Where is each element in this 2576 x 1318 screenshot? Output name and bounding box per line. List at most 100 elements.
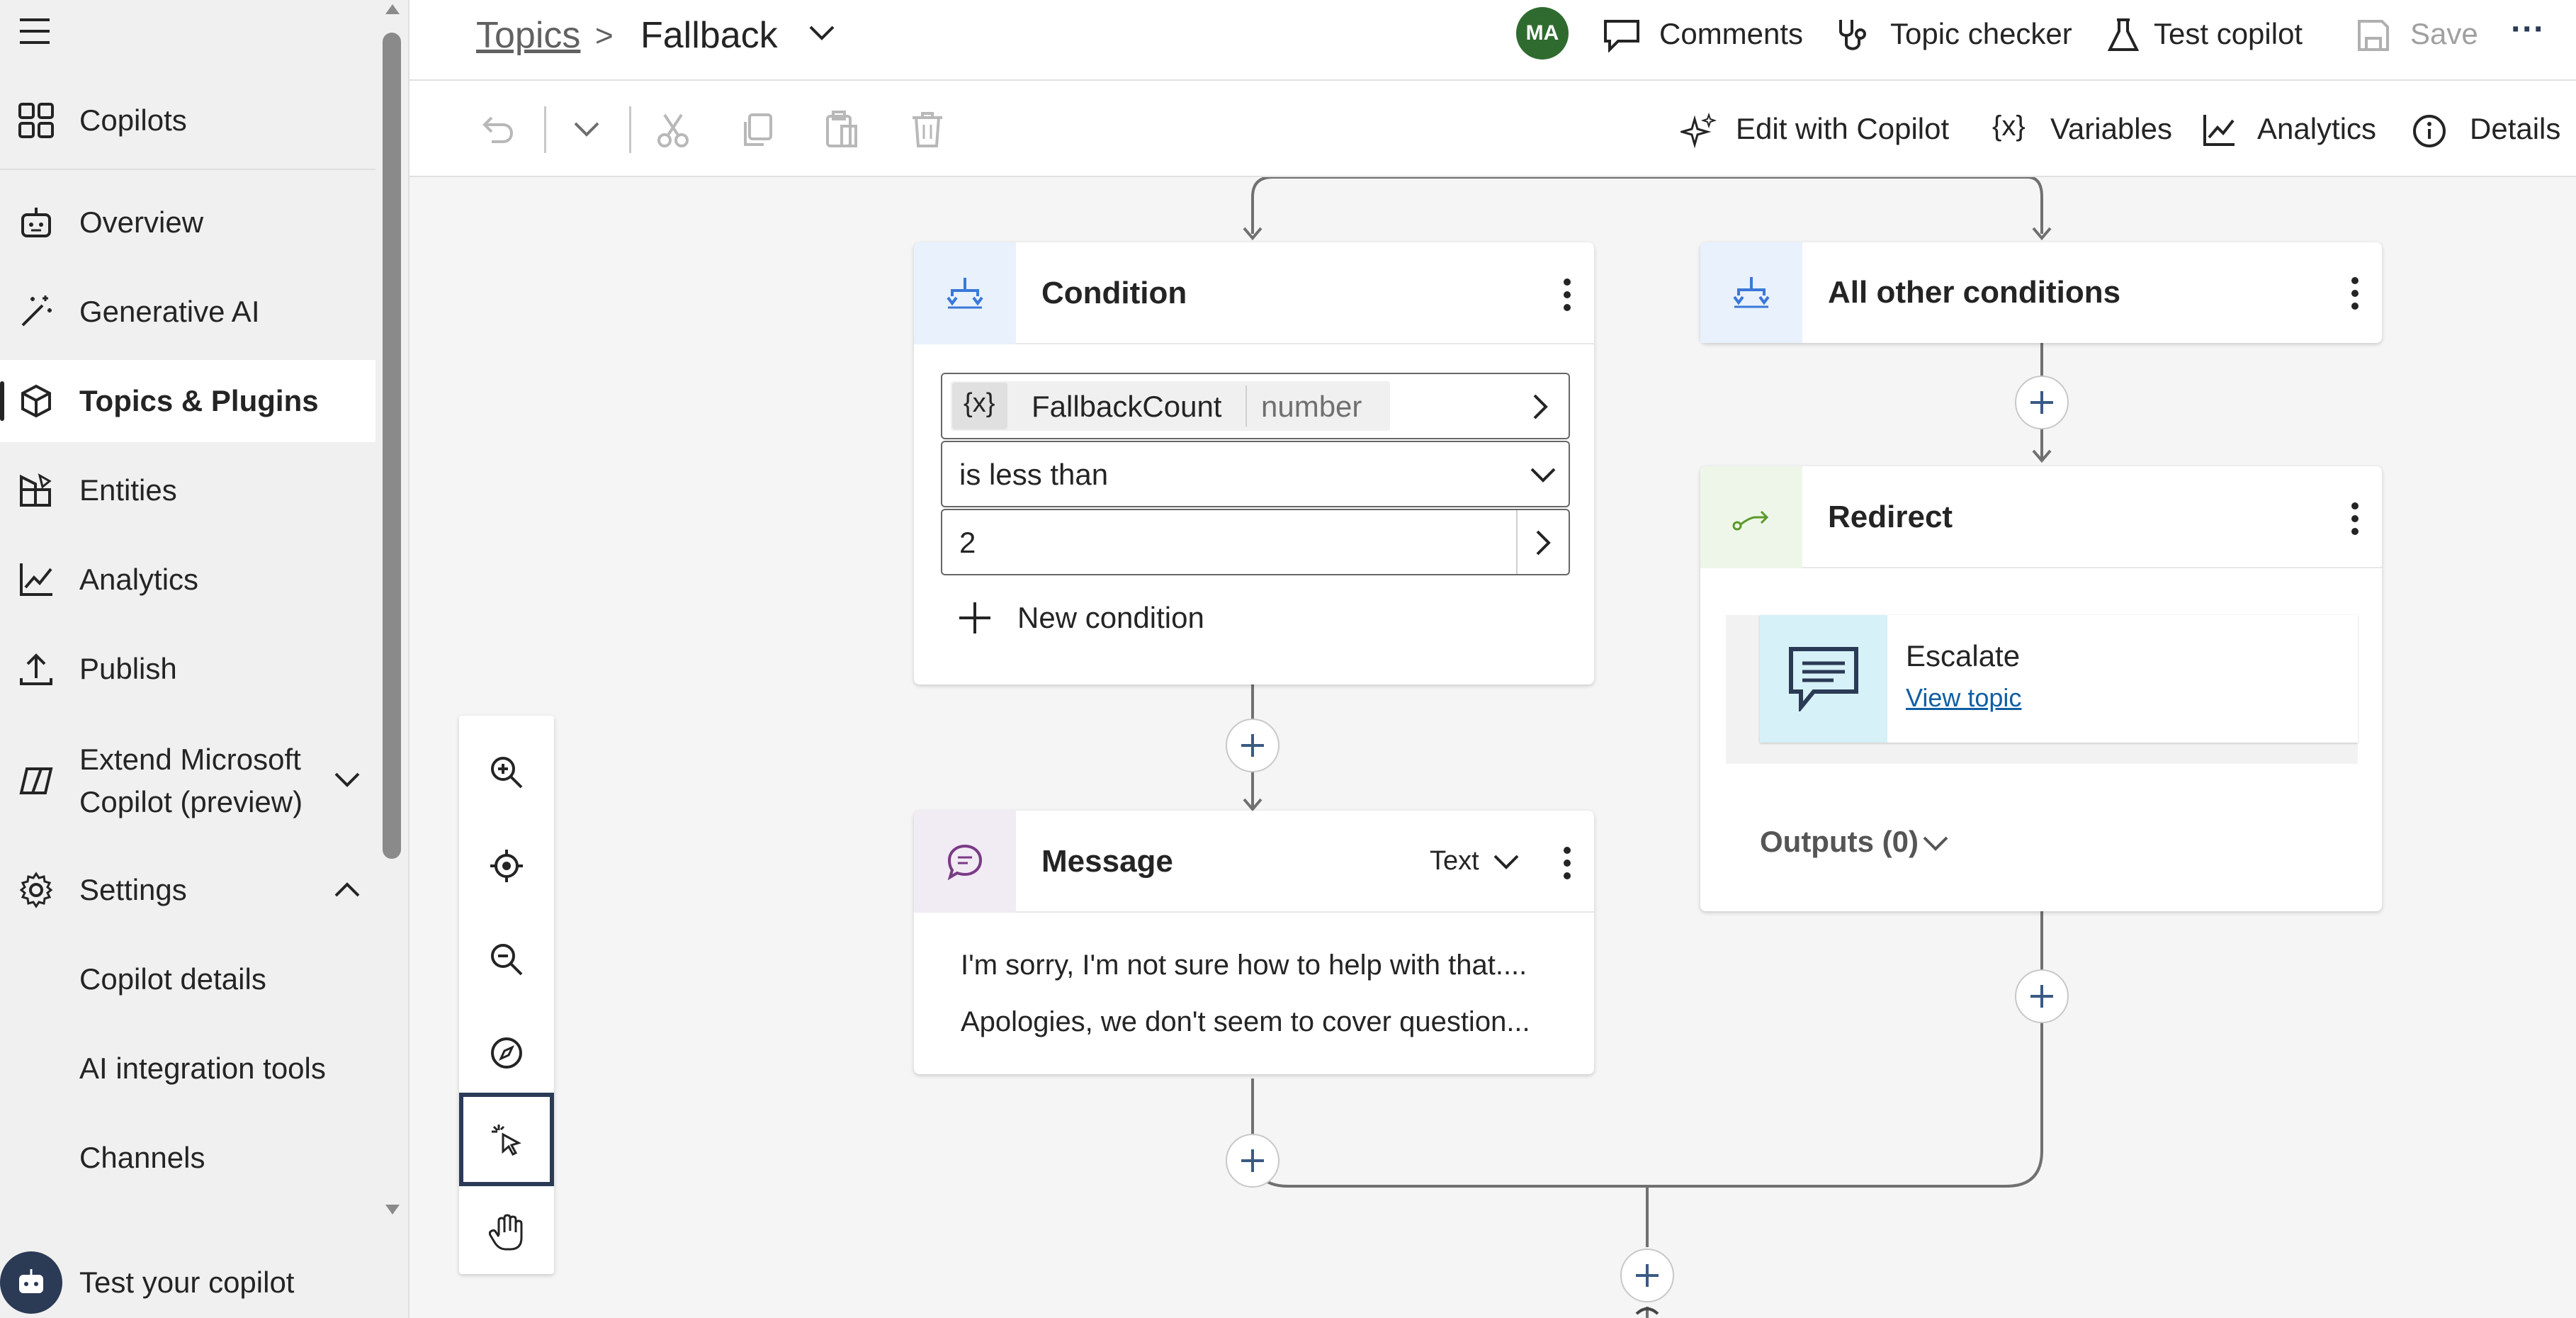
sidebar-item-topics-plugins[interactable]: Topics & Plugins	[0, 360, 375, 442]
condition-value-field[interactable]: 2	[941, 509, 1570, 575]
sidebar-scroll-thumb[interactable]	[383, 33, 401, 859]
message-node[interactable]: Message Text I'm sorry, I'm not sure how…	[914, 811, 1594, 1074]
chevron-down-icon[interactable]	[333, 771, 361, 789]
redirect-more-icon[interactable]	[2348, 502, 2362, 536]
variables-label: Variables	[2050, 112, 2172, 145]
other-conditions-more-icon[interactable]	[2348, 276, 2362, 310]
redirect-topic-card[interactable]: Escalate View topic	[1726, 615, 2358, 764]
sidebar-item-label: Copilots	[79, 103, 187, 137]
chart-line-icon	[2203, 115, 2235, 146]
sidebar-item-overview[interactable]: Overview	[0, 181, 375, 264]
sparkle-icon	[1680, 112, 1717, 149]
minimap-toggle-button[interactable]	[459, 1006, 554, 1100]
scroll-up-arrow-icon[interactable]	[384, 1, 401, 16]
sidebar-item-extend-copilot[interactable]: Extend Microsoft Copilot (preview)	[0, 737, 375, 825]
comments-label: Comments	[1659, 17, 1804, 50]
info-icon	[2413, 115, 2446, 147]
hamburger-menu-icon[interactable]	[18, 17, 51, 45]
sidebar-item-settings[interactable]: Settings	[0, 849, 375, 931]
test-your-copilot-link[interactable]: Test your copilot	[79, 1266, 294, 1300]
paste-icon[interactable]	[825, 111, 859, 149]
chevron-right-icon[interactable]	[1532, 393, 1550, 421]
message-node-header: Message Text	[914, 811, 1594, 913]
edit-with-copilot-button[interactable]: Edit with Copilot	[1680, 109, 1964, 152]
sidebar-item-label: Generative AI	[79, 295, 260, 328]
more-options-button[interactable]: ···	[2511, 10, 2545, 49]
pan-mode-button[interactable]	[459, 1186, 554, 1280]
sidebar-item-generative-ai[interactable]: Generative AI	[0, 271, 375, 353]
comments-button[interactable]: Comments	[1603, 14, 1808, 57]
sidebar-item-analytics[interactable]: Analytics	[0, 539, 375, 621]
chevron-right-icon[interactable]	[1535, 529, 1553, 557]
sidebar-item-copilots[interactable]: Copilots	[0, 79, 375, 162]
chevron-up-icon[interactable]	[333, 880, 361, 899]
details-label: Details	[2470, 112, 2561, 145]
message-title: Message	[1041, 844, 1173, 879]
zoom-in-icon	[491, 757, 523, 789]
branch-icon	[914, 242, 1016, 344]
sidebar-subitem-ai-integration[interactable]: AI integration tools	[79, 1052, 326, 1086]
new-condition-button[interactable]: New condition	[958, 597, 1255, 639]
topic-checker-label: Topic checker	[1890, 17, 2072, 50]
topic-menu-chevron-down-icon[interactable]	[808, 24, 836, 43]
bot-icon	[17, 203, 55, 242]
select-mode-button[interactable]	[459, 1093, 554, 1186]
condition-more-icon[interactable]	[1560, 278, 1574, 312]
redirect-icon	[1700, 466, 1802, 568]
zoom-out-button[interactable]	[459, 913, 554, 1006]
message-variation-1[interactable]: I'm sorry, I'm not sure how to help with…	[961, 950, 1527, 981]
other-conditions-node[interactable]: All other conditions	[1700, 242, 2382, 343]
delete-icon[interactable]	[911, 111, 944, 149]
view-topic-link[interactable]: View topic	[1906, 683, 2021, 713]
add-node-button[interactable]	[1226, 1134, 1279, 1188]
sidebar-item-publish[interactable]: Publish	[0, 628, 375, 710]
breadcrumb-separator: >	[595, 18, 614, 53]
add-node-button[interactable]	[1620, 1249, 1674, 1302]
plus-icon	[1636, 1264, 1659, 1287]
message-mode-label: Text	[1430, 846, 1479, 876]
outputs-toggle[interactable]: Outputs (0)	[1760, 821, 1987, 863]
undo-icon[interactable]	[480, 112, 514, 146]
sidebar-item-entities[interactable]: Entities	[0, 449, 375, 531]
sidebar-subitem-copilot-details[interactable]: Copilot details	[79, 962, 266, 996]
chip-divider	[1245, 385, 1247, 427]
add-node-button[interactable]	[2015, 376, 2069, 429]
save-label: Save	[2410, 17, 2478, 50]
details-button[interactable]: Details	[2412, 109, 2575, 152]
cut-icon[interactable]	[656, 112, 690, 149]
add-node-button[interactable]	[2015, 969, 2069, 1023]
undo-menu-chevron-down-icon[interactable]	[572, 120, 601, 139]
message-icon	[914, 811, 1016, 913]
message-more-icon[interactable]	[1560, 846, 1574, 880]
variables-button[interactable]: {x} Variables	[1992, 109, 2184, 152]
analytics-button[interactable]: Analytics	[2202, 109, 2393, 152]
save-button[interactable]: Save	[2356, 14, 2498, 57]
message-mode-dropdown[interactable]: Text	[1430, 843, 1522, 879]
add-node-button[interactable]	[1226, 719, 1279, 772]
test-copilot-bot-icon[interactable]	[0, 1251, 62, 1314]
outputs-label: Outputs (0)	[1760, 825, 1919, 858]
hand-icon	[489, 1214, 523, 1251]
condition-node[interactable]: Condition {x} FallbackCount number is le…	[914, 242, 1594, 685]
comment-icon	[1604, 20, 1639, 52]
redirect-node[interactable]: Redirect Escalate View topic Outputs (0)	[1700, 466, 2382, 911]
copy-icon[interactable]	[740, 112, 774, 149]
authoring-canvas[interactable]: Condition {x} FallbackCount number is le…	[409, 177, 2576, 1318]
grid-icon	[17, 101, 55, 140]
topic-checker-button[interactable]: Topic checker	[1836, 14, 2077, 57]
test-copilot-button[interactable]: Test copilot	[2107, 14, 2341, 57]
scroll-down-arrow-icon[interactable]	[384, 1203, 401, 1217]
condition-operator-dropdown[interactable]: is less than	[941, 441, 1570, 507]
redirect-topic-name: Escalate	[1906, 639, 2021, 672]
operator-value: is less than	[959, 458, 1109, 491]
breadcrumb-topics-link[interactable]: Topics	[476, 14, 580, 57]
magic-wand-icon	[17, 293, 55, 331]
zoom-in-button[interactable]	[459, 726, 554, 819]
condition-variable-field[interactable]: {x} FallbackCount number	[941, 373, 1570, 439]
escalate-icon-tile	[1760, 615, 1887, 743]
sidebar-subitem-channels[interactable]: Channels	[79, 1141, 205, 1175]
beaker-icon	[2107, 18, 2140, 51]
recenter-button[interactable]	[459, 819, 554, 913]
message-variation-2[interactable]: Apologies, we don't seem to cover questi…	[961, 1006, 1530, 1038]
avatar[interactable]: MA	[1516, 7, 1569, 60]
